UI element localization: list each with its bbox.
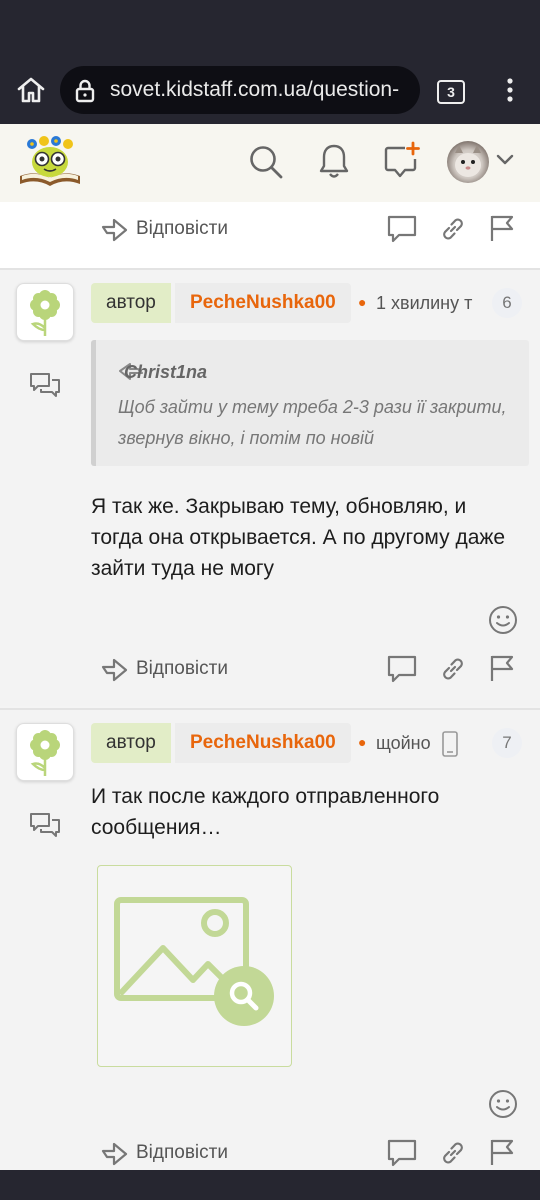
comment-icon[interactable] [386, 1137, 418, 1169]
url-text: sovet.kidstaff.com.ua/question- [110, 78, 400, 101]
comment-icon[interactable] [386, 213, 418, 245]
system-nav-bar [0, 1170, 540, 1200]
link-icon[interactable] [440, 656, 466, 682]
flag-icon[interactable] [488, 213, 516, 243]
comment-icon[interactable] [386, 653, 418, 685]
user-avatar[interactable] [447, 141, 489, 183]
reply-arrow-icon [100, 656, 130, 682]
menu-kebab-icon[interactable] [505, 77, 515, 103]
post-message: И так после каждого отправленного сообще… [91, 785, 440, 839]
quote-text: Щоб зайти у тему треба 2-3 рази її закри… [118, 397, 507, 448]
link-icon[interactable] [440, 216, 466, 242]
reply-arrow-icon [100, 216, 130, 242]
post-time: 1 хвилину т [376, 293, 473, 313]
quote-block: Christ1na Щоб зайти у тему треба 2-3 раз… [91, 340, 529, 466]
image-attachment[interactable] [97, 865, 292, 1067]
search-icon[interactable] [248, 144, 284, 180]
reply-arrow-icon [100, 1140, 130, 1166]
post-6 [0, 270, 540, 706]
post-number[interactable]: 7 [492, 728, 522, 758]
reply-label: Відповісти [136, 1142, 228, 1163]
private-message-icon[interactable] [29, 812, 61, 838]
tab-count-button[interactable]: 3 [437, 80, 465, 104]
separator-dot: ● [358, 734, 367, 750]
reply-label: Відповісти [136, 218, 228, 239]
chevron-down-icon[interactable] [496, 154, 514, 166]
new-message-icon[interactable] [383, 141, 421, 179]
private-message-icon[interactable] [29, 372, 61, 398]
username-link[interactable]: PecheNushka00 [175, 723, 351, 763]
separator-dot: ● [358, 294, 367, 310]
emoji-reaction-icon[interactable] [488, 1089, 518, 1119]
home-icon[interactable] [16, 76, 46, 104]
bell-icon[interactable] [318, 142, 350, 180]
reply-label: Відповісти [136, 658, 228, 679]
post-number[interactable]: 6 [492, 288, 522, 318]
flag-icon[interactable] [488, 1137, 516, 1167]
mobile-device-icon [441, 731, 459, 757]
author-avatar[interactable] [16, 283, 74, 341]
address-bar[interactable]: sovet.kidstaff.com.ua/question- [60, 66, 420, 114]
username-link[interactable]: PecheNushka00 [175, 283, 351, 323]
quote-author[interactable]: Christ1na [124, 362, 207, 383]
lock-icon [74, 78, 96, 104]
author-badge: автор [91, 723, 171, 763]
post-message: Я так же. Закрываю тему, обновляю, и тог… [91, 495, 506, 580]
author-avatar[interactable] [16, 723, 74, 781]
flag-icon[interactable] [488, 653, 516, 683]
site-logo[interactable] [16, 132, 84, 188]
post-time: щойно [376, 733, 431, 753]
author-badge: автор [91, 283, 171, 323]
link-icon[interactable] [440, 1140, 466, 1166]
emoji-reaction-icon[interactable] [488, 605, 518, 635]
